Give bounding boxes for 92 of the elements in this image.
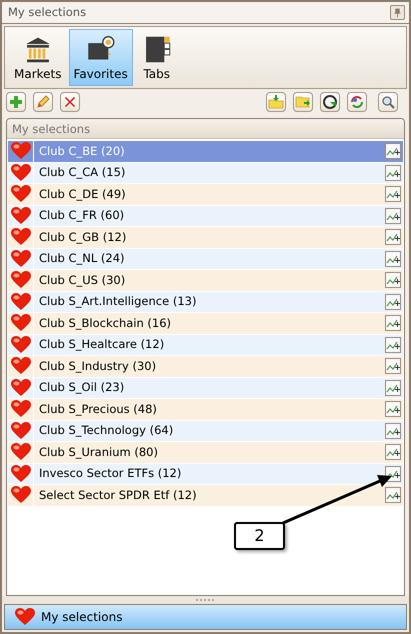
- list-row[interactable]: Club S_Technology (64): [8, 420, 403, 442]
- chart-button[interactable]: [385, 250, 401, 267]
- chart-button[interactable]: [385, 164, 401, 181]
- chart-button[interactable]: [385, 315, 401, 332]
- row-label: Club C_DE (49): [38, 186, 127, 203]
- search-button[interactable]: [378, 92, 398, 112]
- folder-export-icon: [295, 94, 311, 110]
- chart-button[interactable]: [385, 208, 401, 224]
- heart-icon: [10, 422, 30, 440]
- row-label: Club S_Industry (30): [38, 358, 158, 375]
- heart-icon: [10, 443, 30, 462]
- chart-button[interactable]: [385, 186, 401, 202]
- pin-icon[interactable]: [390, 5, 405, 20]
- row-label: Club C_CA (15): [38, 164, 126, 182]
- row-label: Club C_GB (12): [38, 228, 128, 246]
- heart-icon: [10, 357, 30, 376]
- refresh-button[interactable]: [320, 92, 340, 112]
- folder-import-icon: [268, 94, 284, 110]
- chart-button[interactable]: [385, 229, 401, 246]
- footer-bar[interactable]: My selections: [4, 604, 407, 630]
- chart-button[interactable]: [385, 380, 401, 396]
- heart-icon: [10, 164, 30, 182]
- panel-title: My selections: [8, 4, 86, 21]
- chart-button[interactable]: [385, 422, 401, 439]
- heart-icon: [10, 314, 30, 332]
- heart-icon: [10, 464, 30, 483]
- list-row[interactable]: Club S_Oil (23): [8, 378, 403, 399]
- list-row[interactable]: Club S_Industry (30): [8, 356, 403, 378]
- row-label: Club C_NL (24): [38, 250, 126, 268]
- list-row[interactable]: Select Sector SPDR Etf (12): [8, 485, 403, 506]
- list-row[interactable]: Club C_DE (49): [8, 184, 403, 206]
- chart-button[interactable]: [385, 401, 401, 418]
- delete-button[interactable]: [60, 92, 80, 112]
- list-row[interactable]: Club C_GB (12): [8, 227, 403, 248]
- chart-button[interactable]: [385, 272, 401, 288]
- heart-icon: [10, 250, 30, 268]
- folder-export-button[interactable]: [293, 92, 313, 112]
- folder-import-button[interactable]: [266, 92, 286, 112]
- list-row[interactable]: Club S_Precious (48): [8, 399, 403, 420]
- chart-button[interactable]: [385, 336, 401, 353]
- tab[interactable]: Tabs: [134, 29, 179, 86]
- sync-icon: [349, 94, 365, 110]
- row-label: Club S_Uranium (80): [38, 444, 159, 461]
- heart-icon: [10, 228, 30, 246]
- heart-icon: [10, 185, 30, 204]
- chart-button[interactable]: [385, 358, 401, 374]
- row-label: Select Sector SPDR Etf (12): [38, 486, 198, 504]
- sync-button[interactable]: [347, 92, 367, 112]
- heart-icon: [15, 608, 35, 626]
- list-row[interactable]: Club C_FR (60): [8, 206, 403, 227]
- chart-button[interactable]: [385, 444, 401, 460]
- heart-icon: [10, 486, 30, 504]
- list-row[interactable]: Invesco Sector ETFs (12): [8, 464, 403, 485]
- tab[interactable]: Markets: [9, 29, 67, 86]
- chart-button[interactable]: [385, 487, 401, 504]
- list-row[interactable]: Club S_Uranium (80): [8, 442, 403, 464]
- plus-button[interactable]: [6, 92, 26, 112]
- plus-icon: [8, 94, 24, 110]
- heart-icon: [10, 378, 30, 397]
- list-row[interactable]: Club C_US (30): [8, 270, 403, 292]
- list-row[interactable]: Club C_CA (15): [8, 162, 403, 184]
- heart-icon: [10, 271, 30, 290]
- list-row[interactable]: Club S_Art.Intelligence (13): [8, 292, 403, 313]
- row-label: Club S_Oil (23): [38, 379, 126, 396]
- heart-icon: [10, 336, 30, 354]
- row-label: Club S_Blockchain (16): [38, 314, 172, 332]
- row-label: Club C_FR (60): [38, 207, 126, 224]
- row-label: Club C_BE (20): [38, 142, 126, 160]
- list-row[interactable]: Club S_Blockchain (16): [8, 313, 403, 334]
- callout-label: 2: [234, 522, 285, 550]
- row-label: Invesco Sector ETFs (12): [38, 465, 182, 482]
- heart-icon: [10, 206, 30, 225]
- chart-button[interactable]: [385, 294, 401, 310]
- heart-icon: [10, 292, 30, 311]
- list-header: My selections: [7, 119, 404, 139]
- row-label: Club S_Art.Intelligence (13): [38, 293, 198, 310]
- tab[interactable]: Favorites: [68, 29, 133, 86]
- list-row[interactable]: Club S_Healtcare (12): [8, 334, 403, 356]
- refresh-icon: [322, 94, 338, 110]
- heart-icon: [10, 142, 30, 160]
- chart-button[interactable]: [385, 143, 401, 160]
- pencil-button[interactable]: [33, 92, 53, 112]
- heart-icon: [10, 400, 30, 418]
- search-icon: [380, 94, 396, 110]
- list-row[interactable]: Club C_NL (24): [8, 248, 403, 270]
- row-label: Club S_Precious (48): [38, 400, 158, 418]
- footer-label: My selections: [41, 609, 122, 626]
- row-label: Club S_Healtcare (12): [38, 336, 166, 354]
- splitter-handle[interactable]: [2, 596, 409, 604]
- pencil-icon: [35, 94, 51, 110]
- row-label: Club S_Technology (64): [38, 422, 174, 440]
- row-label: Club C_US (30): [38, 272, 126, 289]
